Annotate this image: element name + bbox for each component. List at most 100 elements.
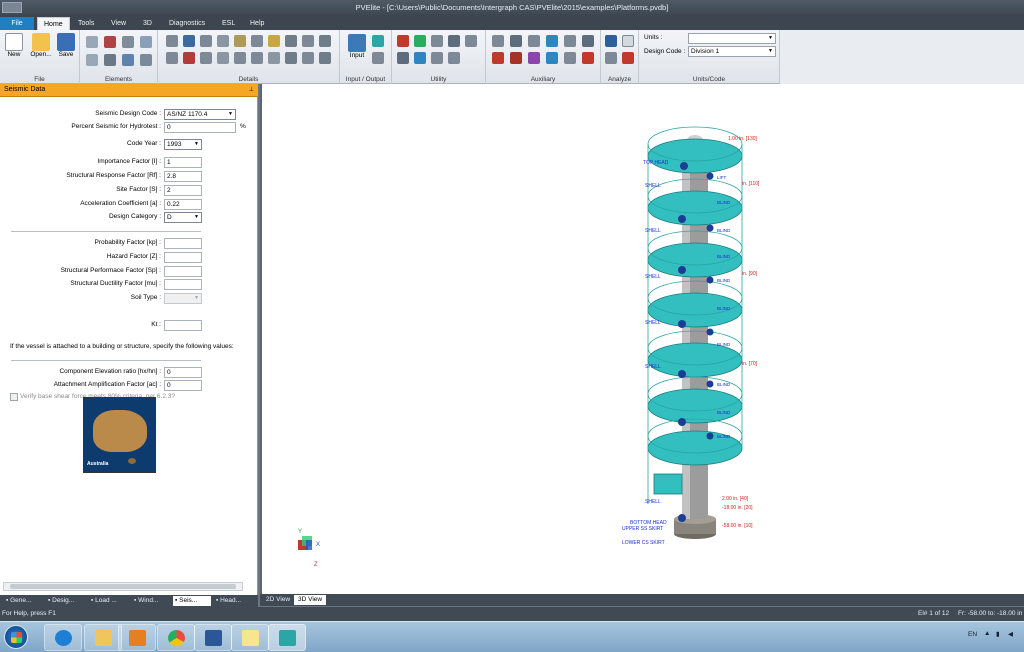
output-icon[interactable] [372, 35, 384, 47]
head-icon[interactable] [104, 36, 116, 48]
flange-calc-icon[interactable] [397, 35, 409, 47]
zoom-icon[interactable] [448, 35, 460, 47]
tab-2d-view[interactable]: 2D View [262, 595, 294, 605]
access-icon[interactable] [510, 52, 522, 64]
insulation-icon[interactable] [268, 35, 280, 47]
tab-wind[interactable]: ▪ Wind... [132, 596, 172, 606]
vessel-icon[interactable] [564, 35, 576, 47]
calc-icon[interactable] [546, 35, 558, 47]
split-icon[interactable] [431, 52, 443, 64]
soil-type-select[interactable]: ▼ [164, 293, 202, 304]
ductility-input[interactable] [164, 279, 202, 290]
tab-view[interactable]: View [105, 17, 132, 30]
tab-tools[interactable]: Tools [72, 17, 100, 30]
print-icon[interactable] [564, 52, 576, 64]
percent-hydrotest-input[interactable]: 0 [164, 122, 236, 133]
lug-icon[interactable] [319, 35, 331, 47]
language-indicator[interactable]: EN [968, 631, 977, 638]
site-factor-input[interactable]: 2 [164, 185, 202, 196]
performance-input[interactable] [164, 266, 202, 277]
nozzle-icon[interactable] [183, 35, 195, 47]
analyze-icon[interactable] [605, 35, 617, 47]
pin-icon[interactable]: ⊥ [249, 86, 254, 93]
filter-icon[interactable] [414, 35, 426, 47]
flange-icon[interactable] [140, 36, 152, 48]
structural-response-input[interactable]: 2.8 [164, 171, 202, 182]
taskbar-pvelite[interactable] [268, 624, 306, 651]
units-select[interactable]: ▼ [688, 33, 776, 44]
tab-3d[interactable]: 3D [137, 17, 158, 30]
open-button[interactable]: Open... [28, 33, 54, 58]
stiffener-icon[interactable] [166, 35, 178, 47]
baffle-icon[interactable] [302, 52, 314, 64]
network-icon[interactable]: ▮ [996, 630, 1000, 638]
liquid-icon[interactable] [234, 52, 246, 64]
report-icon[interactable] [372, 52, 384, 64]
tubesheet-icon[interactable] [217, 52, 229, 64]
tools-icon[interactable] [465, 35, 477, 47]
3d-viewport[interactable]: TOP HEAD SHELL SHELL SHELL SHELL SHELL S… [260, 84, 1024, 594]
hazard-input[interactable] [164, 252, 202, 263]
probability-input[interactable] [164, 238, 202, 249]
saddle-icon[interactable] [166, 52, 178, 64]
skirt-icon[interactable] [86, 54, 98, 66]
input-button[interactable]: Input [346, 34, 368, 59]
panel-horizontal-scrollbar[interactable] [3, 582, 243, 591]
taskbar-chrome[interactable] [157, 624, 195, 651]
notes-icon[interactable] [546, 52, 558, 64]
design-category-select[interactable]: D ▼ [164, 212, 202, 223]
halfpipe-icon[interactable] [200, 52, 212, 64]
tab-home[interactable]: Home [37, 17, 70, 30]
grid-icon[interactable] [510, 35, 522, 47]
table-icon[interactable] [414, 52, 426, 64]
check-icon[interactable] [605, 52, 617, 64]
kt-input[interactable] [164, 320, 202, 331]
tab-design[interactable]: ▪ Desig... [46, 596, 86, 606]
tab-esl[interactable]: ESL [216, 17, 241, 30]
basering-icon[interactable] [285, 52, 297, 64]
save-button[interactable]: Save [56, 33, 76, 58]
clip-icon[interactable] [319, 52, 331, 64]
tab-diagnostics[interactable]: Diagnostics [163, 17, 211, 30]
volume-icon[interactable]: ◀ [1008, 630, 1013, 638]
esl-icon[interactable] [492, 52, 504, 64]
taskbar-media[interactable] [118, 624, 156, 651]
platform-icon[interactable] [234, 35, 246, 47]
scrollbar-thumb[interactable] [10, 584, 236, 589]
sketch-icon[interactable] [582, 35, 594, 47]
importance-input[interactable]: 1 [164, 157, 202, 168]
boot-icon[interactable] [122, 54, 134, 66]
tab-file[interactable]: File [0, 17, 34, 30]
design-code-select[interactable]: Division 1 ▼ [688, 46, 776, 57]
list-icon[interactable] [397, 52, 409, 64]
cylinder-icon[interactable] [86, 36, 98, 48]
tab-seismic[interactable]: ▪ Seis... [173, 596, 211, 606]
start-button[interactable] [4, 625, 28, 649]
weight-icon[interactable] [200, 35, 212, 47]
packing-icon[interactable] [251, 35, 263, 47]
code-year-select[interactable]: 1993 ▼ [164, 139, 202, 150]
error-icon[interactable] [622, 52, 634, 64]
force-moment-icon[interactable] [217, 35, 229, 47]
align-icon[interactable] [431, 35, 443, 47]
taskbar-explorer[interactable] [84, 624, 122, 651]
tray-arrow-icon[interactable]: ▲ [984, 630, 990, 637]
cone-icon[interactable] [122, 36, 134, 48]
tab-load[interactable]: ▪ Load ... [89, 596, 129, 606]
pdf-icon[interactable] [582, 52, 594, 64]
ring-icon[interactable] [448, 52, 460, 64]
page-icon[interactable] [622, 35, 634, 47]
seismic-code-select[interactable]: AS/NZ 1170.4 ▼ [164, 109, 236, 120]
tab-heads[interactable]: ▪ Head... [214, 596, 254, 606]
elevation-ratio-input[interactable]: 0 [164, 367, 202, 378]
welded-flat-icon[interactable] [140, 54, 152, 66]
tab-3d-view[interactable]: 3D View [294, 595, 327, 605]
tab-help[interactable]: Help [244, 17, 270, 30]
compass-icon[interactable] [492, 35, 504, 47]
support-ring-icon[interactable] [251, 52, 263, 64]
tab-general[interactable]: ▪ Gene... [4, 596, 44, 606]
jacket-icon[interactable] [268, 52, 280, 64]
material-icon[interactable] [528, 35, 540, 47]
new-button[interactable]: New [4, 33, 24, 58]
verify-base-shear-checkbox[interactable] [10, 393, 18, 401]
